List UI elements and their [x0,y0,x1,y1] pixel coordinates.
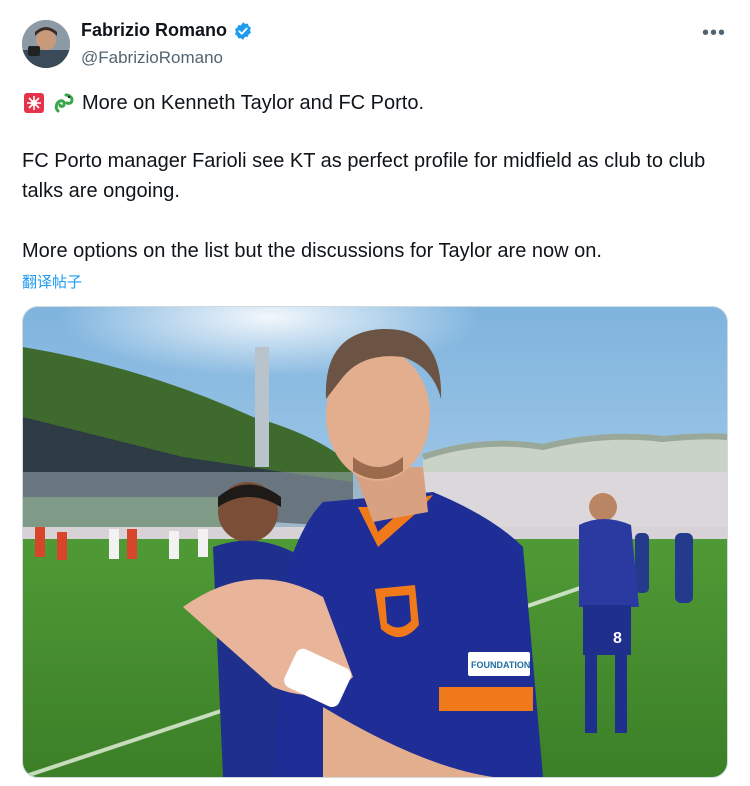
sleeve-patch-text: FOUNDATION [471,660,530,670]
tweet-paragraph-2: FC Porto manager Farioli see KT as perfe… [22,150,706,202]
tweet-photo[interactable]: 8 FOUNDATION [22,306,728,778]
tweet-paragraph-3: More options on the list but the discuss… [22,240,602,262]
author-handle[interactable]: @FabrizioRomano [81,48,223,68]
translate-post-link[interactable]: 翻译帖子 [22,271,82,292]
more-options-icon[interactable]: ••• [702,22,726,45]
avatar[interactable] [22,20,70,68]
verified-badge-icon [233,21,253,41]
tweet-card: Fabrizio Romano @FabrizioRomano ••• More… [0,0,750,786]
author-display-name[interactable]: Fabrizio Romano [81,20,227,41]
author-name-row: Fabrizio Romano [81,20,253,41]
tweet-line-1: More on Kenneth Taylor and FC Porto. [22,88,730,118]
siren-icon [22,91,46,115]
tweet-line-1-text: More on Kenneth Taylor and FC Porto. [82,92,425,114]
jersey-number: 8 [613,630,622,647]
dragon-icon [52,91,76,115]
